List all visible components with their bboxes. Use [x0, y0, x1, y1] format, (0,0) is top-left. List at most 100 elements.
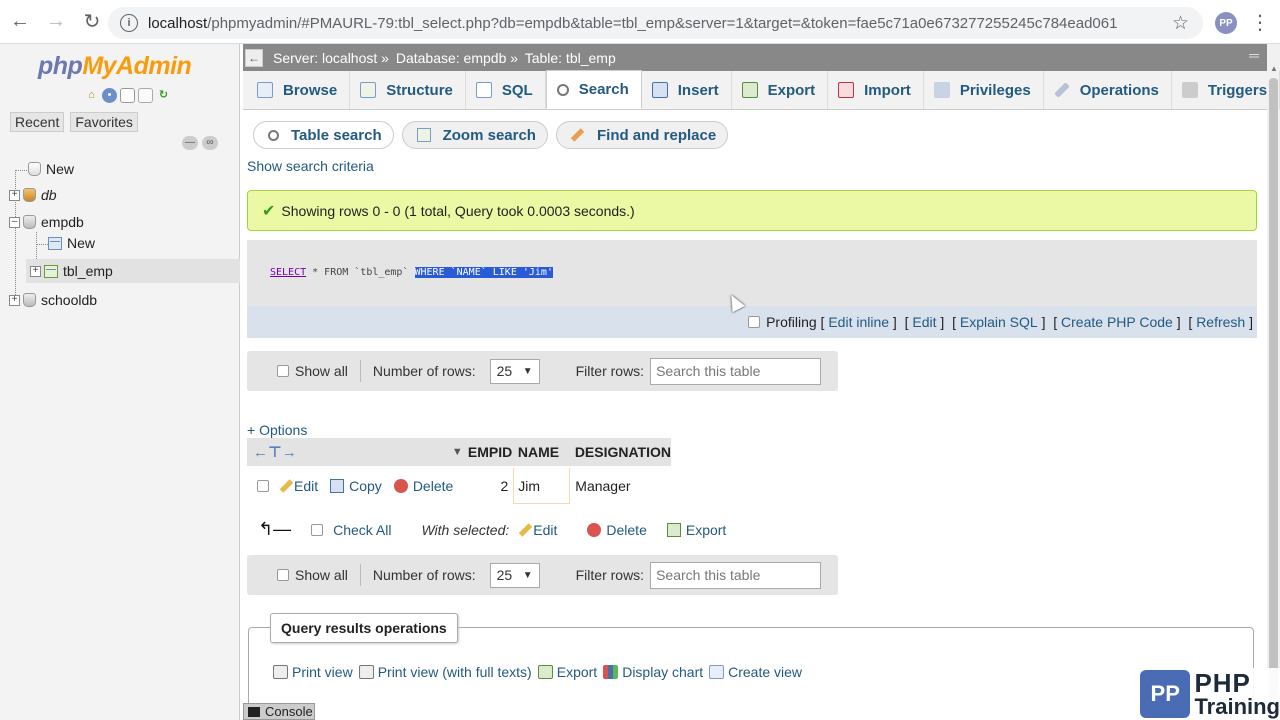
reload-icon[interactable]: ↻	[76, 6, 108, 38]
tab-sql[interactable]: SQL	[466, 71, 546, 109]
phpmyadmin-logo[interactable]: phpMyAdmin	[38, 52, 192, 81]
tab-privileges[interactable]: Privileges	[924, 71, 1044, 109]
expand-icon[interactable]: +	[9, 189, 20, 201]
explain-sql-link[interactable]: Explain SQL	[960, 314, 1038, 330]
edit-inline-link[interactable]: Edit inline	[828, 314, 889, 330]
delete-icon	[587, 522, 602, 537]
expand-icon[interactable]: +	[9, 294, 20, 306]
tab-export[interactable]: Export	[732, 71, 829, 109]
close-icon[interactable]: ═	[1249, 47, 1259, 63]
browser-menu-icon[interactable]: ⋮	[1250, 10, 1270, 35]
privileges-icon	[933, 82, 950, 98]
export-icon	[666, 522, 681, 537]
search-subtabs: Table search Zoom search Find and replac…	[253, 121, 729, 149]
number-of-rows-select[interactable]: 25 ▼	[489, 358, 540, 384]
tab-insert[interactable]: Insert	[642, 71, 732, 109]
export-link[interactable]: Export	[537, 664, 597, 680]
php-training-logo-icon: PP	[1140, 670, 1191, 718]
tab-operations[interactable]: Operations	[1044, 71, 1172, 109]
collapse-all-icon[interactable]: —	[182, 136, 198, 150]
column-resize-icon[interactable]: ←⊤→	[247, 443, 452, 461]
extension-icon[interactable]: PP	[1215, 12, 1237, 34]
show-all-checkbox[interactable]	[277, 365, 289, 377]
check-all-checkbox[interactable]	[311, 523, 324, 536]
cell-empid[interactable]: 2	[453, 478, 513, 494]
tree-item-new-table[interactable]: New	[48, 232, 95, 254]
filter-rows-input[interactable]: Search this table	[650, 561, 822, 589]
tab-browse[interactable]: Browse	[247, 71, 351, 109]
tab-structure[interactable]: Structure	[350, 71, 466, 109]
link-icon[interactable]: ∞	[202, 136, 218, 150]
forward-arrow-icon[interactable]: →	[40, 6, 72, 38]
edit-link[interactable]: Edit	[912, 314, 936, 330]
query-results-operations-legend: Query results operations	[270, 613, 458, 643]
page-scrollbar[interactable]: ▲	[1267, 44, 1280, 720]
filter-rows-label: Filter rows:	[575, 363, 645, 379]
row-copy-link[interactable]: Copy	[330, 478, 382, 494]
tab-triggers[interactable]: Triggers	[1172, 71, 1280, 109]
number-of-rows-label: Number of rows:	[372, 567, 476, 583]
print-view-full-link[interactable]: Print view (with full texts)	[358, 664, 532, 680]
tab-search[interactable]: Search	[545, 70, 642, 109]
column-empid[interactable]: EMPID	[464, 444, 514, 460]
sort-dropdown-icon[interactable]: ▼	[452, 446, 463, 458]
tab-table-search[interactable]: Table search	[253, 121, 394, 149]
scrollbar-thumb[interactable]	[1269, 78, 1278, 698]
recent-tab[interactable]: Recent	[10, 112, 65, 132]
profiling-checkbox[interactable]	[748, 316, 761, 328]
check-all-label[interactable]: Check All	[333, 522, 391, 538]
home-icon[interactable]: ⌂	[84, 88, 99, 103]
settings-icon[interactable]	[138, 88, 153, 103]
create-view-link[interactable]: Create view	[709, 664, 802, 680]
bulk-edit-button[interactable]: Edit	[519, 522, 557, 538]
tree-item-tbl-emp[interactable]: + tbl_emp	[26, 259, 240, 283]
column-designation[interactable]: DESIGNATION	[571, 444, 671, 460]
refresh-link[interactable]: Refresh	[1196, 314, 1245, 330]
sql-query[interactable]: SELECT * FROM `tbl_emp` WHERE `NAME` LIK…	[270, 267, 553, 278]
tab-import[interactable]: Import	[828, 71, 924, 109]
chevron-down-icon: ▼	[522, 365, 533, 377]
bulk-export-button[interactable]: Export	[666, 522, 726, 538]
collapse-icon[interactable]: –	[9, 216, 20, 228]
create-php-code-link[interactable]: Create PHP Code	[1061, 314, 1173, 330]
show-all-checkbox[interactable]	[277, 569, 289, 581]
display-chart-link[interactable]: Display chart	[603, 664, 703, 680]
docs-icon[interactable]	[120, 88, 135, 103]
bookmark-star-icon[interactable]: ☆	[1172, 12, 1189, 35]
show-search-criteria-link[interactable]: Show search criteria	[247, 158, 374, 174]
cell-designation[interactable]: Manager	[570, 478, 630, 494]
zoom-search-icon	[416, 128, 431, 142]
row-checkbox[interactable]	[257, 480, 269, 492]
tree-item-empdb[interactable]: – empdb	[9, 211, 84, 233]
cell-name[interactable]: Jim	[513, 468, 571, 504]
reload-nav-icon[interactable]: ↻	[156, 88, 171, 103]
breadcrumb-database[interactable]: Database: empdb »	[396, 50, 518, 66]
site-info-icon[interactable]: i	[120, 14, 138, 32]
pencil-icon	[519, 522, 533, 537]
bulk-delete-button[interactable]: Delete	[587, 522, 647, 538]
tab-zoom-search[interactable]: Zoom search	[401, 121, 548, 149]
row-edit-link[interactable]: Edit	[279, 478, 318, 494]
collapse-panel-icon[interactable]: ←	[245, 48, 263, 67]
tree-item-schooldb[interactable]: + schooldb	[9, 289, 97, 311]
filter-rows-input[interactable]: Search this table	[650, 357, 822, 385]
row-delete-link[interactable]: Delete	[393, 478, 453, 494]
print-icon	[358, 665, 374, 679]
back-arrow-icon[interactable]: ←	[4, 6, 36, 38]
breadcrumb-server[interactable]: Server: localhost »	[273, 50, 389, 66]
recent-favorites: Recent Favorites	[10, 112, 138, 132]
console-toggle[interactable]: Console	[243, 703, 315, 720]
column-name[interactable]: NAME	[514, 444, 571, 460]
options-link[interactable]: + Options	[247, 422, 307, 438]
tree-item-new-db[interactable]: New	[28, 158, 74, 180]
address-bar[interactable]: i localhost/phpmyadmin/#PMAURL-79:tbl_se…	[108, 7, 1203, 39]
number-of-rows-select[interactable]: 25 ▼	[489, 562, 540, 588]
sql-keyword[interactable]: SELECT	[270, 267, 306, 278]
tab-find-replace[interactable]: Find and replace	[555, 121, 729, 149]
tree-item-db[interactable]: + db	[9, 184, 57, 206]
expand-icon[interactable]: +	[30, 265, 41, 277]
favorites-tab[interactable]: Favorites	[70, 112, 138, 132]
print-view-link[interactable]: Print view	[273, 664, 353, 680]
logout-icon[interactable]: •	[102, 88, 117, 103]
breadcrumb-table[interactable]: Table: tbl_emp	[525, 50, 616, 66]
